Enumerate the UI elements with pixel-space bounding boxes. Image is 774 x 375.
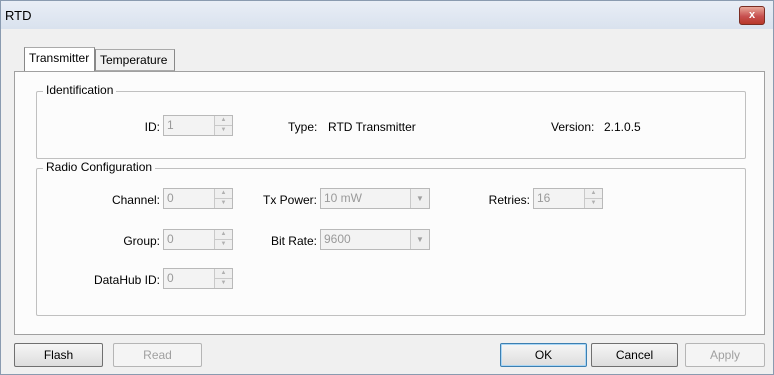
tab-transmitter[interactable]: Transmitter bbox=[24, 47, 95, 72]
tx-power-value: 10 mW bbox=[324, 191, 363, 205]
id-spinner[interactable]: 1 ▲ ▼ bbox=[163, 115, 233, 136]
type-value: RTD Transmitter bbox=[328, 120, 416, 134]
group-value: 0 bbox=[167, 232, 174, 246]
spin-down-icon[interactable]: ▼ bbox=[585, 198, 602, 208]
group-spinner[interactable]: 0 ▲ ▼ bbox=[163, 229, 233, 250]
channel-label: Channel: bbox=[111, 193, 160, 207]
tx-power-label: Tx Power: bbox=[262, 193, 317, 207]
datahub-id-label: DataHub ID: bbox=[93, 273, 160, 287]
retries-label: Retries: bbox=[488, 193, 530, 207]
datahub-id-value: 0 bbox=[167, 271, 174, 285]
retries-value: 16 bbox=[537, 191, 551, 205]
spin-down-icon[interactable]: ▼ bbox=[215, 278, 232, 288]
spin-down-icon[interactable]: ▼ bbox=[215, 198, 232, 208]
cancel-button[interactable]: Cancel bbox=[591, 343, 678, 367]
channel-spinner-arrows[interactable]: ▲ ▼ bbox=[214, 189, 232, 208]
retries-spinner-arrows[interactable]: ▲ ▼ bbox=[584, 189, 602, 208]
spin-up-icon[interactable]: ▲ bbox=[215, 269, 232, 278]
spin-up-icon[interactable]: ▲ bbox=[215, 230, 232, 239]
bit-rate-value: 9600 bbox=[324, 232, 351, 246]
apply-button[interactable]: Apply bbox=[685, 343, 765, 367]
datahub-id-spinner[interactable]: 0 ▲ ▼ bbox=[163, 268, 233, 289]
spin-up-icon[interactable]: ▲ bbox=[215, 116, 232, 125]
identification-legend: Identification bbox=[43, 83, 117, 97]
tab-temperature[interactable]: Temperature bbox=[95, 49, 175, 71]
version-label: Version: bbox=[551, 120, 595, 134]
channel-value: 0 bbox=[167, 191, 174, 205]
chevron-down-icon[interactable]: ▼ bbox=[410, 230, 429, 249]
datahub-id-spinner-arrows[interactable]: ▲ ▼ bbox=[214, 269, 232, 288]
type-label: Type: bbox=[288, 120, 318, 134]
ok-button[interactable]: OK bbox=[500, 343, 587, 367]
rtd-dialog: RTD x Transmitter Temperature Identifica… bbox=[0, 0, 774, 375]
bit-rate-label: Bit Rate: bbox=[270, 234, 317, 248]
spin-down-icon[interactable]: ▼ bbox=[215, 125, 232, 135]
group-spinner-arrows[interactable]: ▲ ▼ bbox=[214, 230, 232, 249]
spin-up-icon[interactable]: ▲ bbox=[585, 189, 602, 198]
radio-configuration-legend: Radio Configuration bbox=[43, 160, 156, 174]
retries-spinner[interactable]: 16 ▲ ▼ bbox=[533, 188, 603, 209]
read-button[interactable]: Read bbox=[113, 343, 202, 367]
version-value: 2.1.0.5 bbox=[604, 120, 641, 134]
id-spinner-arrows[interactable]: ▲ ▼ bbox=[214, 116, 232, 135]
close-button[interactable]: x bbox=[739, 6, 765, 25]
group-label: Group: bbox=[123, 234, 160, 248]
spin-down-icon[interactable]: ▼ bbox=[215, 239, 232, 249]
flash-button[interactable]: Flash bbox=[14, 343, 103, 367]
transmitter-panel: Identification ID: 1 ▲ ▼ Type: RTD Trans… bbox=[14, 71, 765, 335]
close-icon: x bbox=[748, 9, 756, 21]
chevron-down-icon[interactable]: ▼ bbox=[410, 189, 429, 208]
window-title: RTD bbox=[5, 8, 32, 23]
title-bar[interactable]: RTD x bbox=[1, 1, 773, 29]
id-label: ID: bbox=[144, 120, 160, 134]
tx-power-select[interactable]: 10 mW ▼ bbox=[320, 188, 430, 209]
bit-rate-select[interactable]: 9600 ▼ bbox=[320, 229, 430, 250]
channel-spinner[interactable]: 0 ▲ ▼ bbox=[163, 188, 233, 209]
id-value: 1 bbox=[167, 118, 174, 132]
spin-up-icon[interactable]: ▲ bbox=[215, 189, 232, 198]
